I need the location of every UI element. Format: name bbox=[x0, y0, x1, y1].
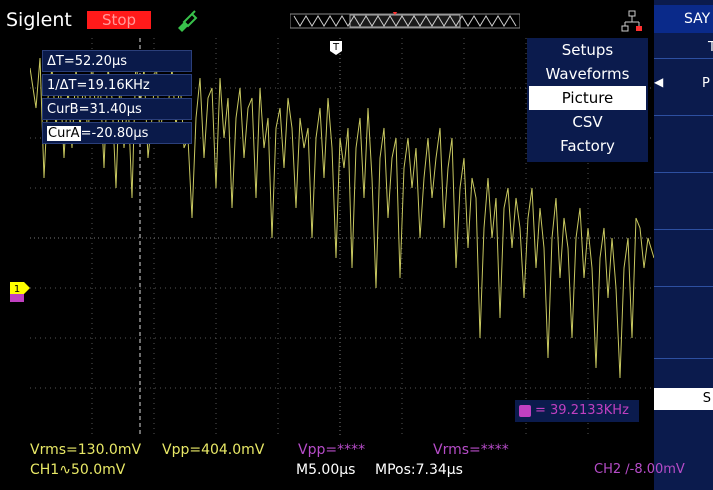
menu-item-csv[interactable]: CSV bbox=[527, 110, 648, 134]
brand-label: Siglent bbox=[6, 9, 72, 31]
frequency-readout: = 39.2133KHz bbox=[515, 400, 639, 422]
top-bar: Siglent Stop bbox=[0, 0, 713, 40]
delta-t-readout: ΔT=52.20µs bbox=[42, 50, 192, 72]
run-stop-status[interactable]: Stop bbox=[87, 11, 151, 29]
side-softkey-panel: SAY T ◀ P S bbox=[654, 0, 713, 490]
menu-item-waveforms[interactable]: Waveforms bbox=[527, 62, 648, 86]
channel-1-marker-label: 1 bbox=[14, 284, 20, 295]
usb-icon bbox=[621, 10, 642, 32]
ch2-vrms: Vrms=**** bbox=[433, 442, 509, 458]
inverse-delta-t-readout: 1/ΔT=19.16KHz bbox=[42, 74, 192, 96]
ch1-scale[interactable]: CH1∿50.0mV bbox=[30, 462, 125, 478]
trigger-position-marker: T bbox=[330, 41, 342, 55]
side-panel-title: SAY bbox=[654, 5, 713, 33]
ch2-trigger-level[interactable]: CH2 ∕-8.00mV bbox=[594, 462, 685, 477]
cursor-b-readout: CurB=31.40µs bbox=[42, 98, 192, 120]
menu-item-factory[interactable]: Factory bbox=[527, 134, 648, 158]
submenu-arrow-icon: ◀ bbox=[654, 75, 664, 89]
memory-position[interactable]: MPos:7.34µs bbox=[375, 462, 463, 478]
timebase[interactable]: M5.00µs bbox=[296, 462, 355, 478]
softkey-2-label[interactable]: P bbox=[702, 76, 710, 91]
probe-icon bbox=[178, 10, 198, 32]
ch1-vrms: Vrms=130.0mV bbox=[30, 442, 142, 458]
save-type-menu: Setups Waveforms Picture CSV Factory bbox=[527, 38, 648, 162]
frequency-value: = 39.2133KHz bbox=[535, 403, 629, 418]
menu-item-setups[interactable]: Setups bbox=[527, 38, 648, 62]
cursor-readout-panel: ΔT=52.20µs 1/ΔT=19.16KHz CurB=31.40µs Cu… bbox=[42, 50, 192, 146]
bottom-status-bar: Vrms=130.0mV Vpp=404.0mV Vpp=**** Vrms=*… bbox=[0, 438, 685, 490]
cursor-a-label[interactable]: CurA bbox=[47, 126, 81, 141]
softkey-1-label[interactable]: T bbox=[708, 40, 713, 55]
cursor-a-readout[interactable]: CurA=-20.80µs bbox=[42, 122, 192, 144]
trigger-tag-icon bbox=[519, 404, 531, 417]
channel-1-marker[interactable]: 1 bbox=[10, 280, 32, 304]
ch1-vpp: Vpp=404.0mV bbox=[162, 442, 265, 458]
memory-timeline-icon bbox=[290, 12, 520, 29]
menu-item-picture[interactable]: Picture bbox=[529, 86, 646, 110]
softkey-save-button[interactable]: S bbox=[654, 388, 713, 410]
cursor-a-value: =-20.80µs bbox=[80, 126, 149, 141]
ch2-vpp: Vpp=**** bbox=[298, 442, 366, 458]
trigger-marker-label: T bbox=[332, 42, 340, 53]
